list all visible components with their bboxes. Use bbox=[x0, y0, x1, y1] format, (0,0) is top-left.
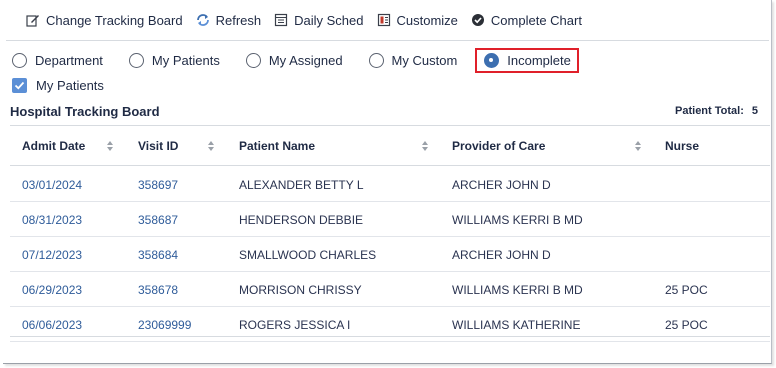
toolbar: Change Tracking Board Refresh Daily Sche… bbox=[6, 0, 769, 41]
change-tracking-board-button[interactable]: Change Tracking Board bbox=[26, 13, 183, 28]
sort-icon[interactable] bbox=[634, 140, 642, 152]
customize-icon bbox=[377, 13, 391, 27]
change-tracking-board-label: Change Tracking Board bbox=[46, 12, 183, 28]
cell-visit-id: 358687 bbox=[138, 212, 179, 227]
cell-patient-name: HENDERSON DEBBIE bbox=[239, 212, 364, 227]
daily-sched-button[interactable]: Daily Sched bbox=[274, 12, 364, 28]
daily-sched-label: Daily Sched bbox=[294, 12, 364, 28]
column-header-label: Admit Date bbox=[22, 139, 86, 153]
radio-my-assigned[interactable]: My Assigned bbox=[245, 52, 343, 68]
cell-admit-date: 03/01/2024 bbox=[22, 177, 83, 192]
cell-provider: ARCHER JOHN D bbox=[452, 247, 551, 262]
cell-patient-name: SMALLWOOD CHARLES bbox=[239, 247, 377, 262]
radio-circle bbox=[245, 52, 261, 68]
column-header-admit-date[interactable]: Admit Date bbox=[22, 126, 85, 166]
cell-admit-date: 07/12/2023 bbox=[22, 247, 83, 262]
radio-my-assigned-label: My Assigned bbox=[268, 52, 343, 68]
cell-admit-date: 06/29/2023 bbox=[22, 282, 83, 297]
column-header-label: Nurse bbox=[665, 139, 700, 153]
patient-total-value: 5 bbox=[751, 105, 758, 117]
cell-provider: WILLIAMS KERRI B MD bbox=[452, 282, 583, 297]
cell-patient-name: ALEXANDER BETTY L bbox=[239, 177, 364, 192]
radio-my-custom-label: My Custom bbox=[391, 52, 458, 68]
radio-department-label: Department bbox=[35, 52, 103, 68]
column-header-label: Visit ID bbox=[138, 139, 179, 153]
cell-visit-id: 358678 bbox=[138, 282, 179, 297]
sort-icon[interactable] bbox=[207, 140, 215, 152]
checkbox-checked-icon bbox=[12, 78, 27, 93]
cell-provider: WILLIAMS KERRI B MD bbox=[452, 212, 583, 227]
radio-circle bbox=[128, 52, 144, 68]
cell-visit-id: 23069999 bbox=[138, 317, 192, 332]
radio-department[interactable]: Department bbox=[12, 52, 103, 68]
check-circle-icon bbox=[471, 13, 485, 27]
patient-total-label: Patient Total: bbox=[675, 105, 744, 117]
cell-visit-id: 358684 bbox=[138, 247, 179, 262]
cell-visit-id: 358697 bbox=[138, 177, 179, 192]
customize-button[interactable]: Customize bbox=[377, 13, 458, 28]
customize-label: Customize bbox=[396, 12, 458, 28]
pencil-edit-icon bbox=[26, 13, 40, 27]
cell-patient-name: MORRISON CHRISSY bbox=[239, 282, 362, 297]
complete-chart-button[interactable]: Complete Chart bbox=[471, 13, 582, 28]
radio-incomplete-label: Incomplete bbox=[507, 52, 571, 68]
table-row[interactable]: 06/29/2023 358678 MORRISON CHRISSY WILLI… bbox=[10, 272, 770, 307]
sort-icon[interactable] bbox=[106, 140, 114, 152]
board-title: Hospital Tracking Board bbox=[10, 104, 160, 119]
table-row[interactable]: 08/31/2023 358687 HENDERSON DEBBIE WILLI… bbox=[10, 202, 770, 237]
tracking-board-table: Admit Date Visit ID Patient Name Provide… bbox=[10, 125, 770, 342]
table-row[interactable]: 06/06/2023 23069999 ROGERS JESSICA I WIL… bbox=[10, 307, 770, 342]
table-row[interactable]: 07/12/2023 358684 SMALLWOOD CHARLES ARCH… bbox=[10, 237, 770, 272]
column-header-visit-id[interactable]: Visit ID bbox=[138, 126, 178, 166]
table-header: Admit Date Visit ID Patient Name Provide… bbox=[10, 126, 770, 166]
refresh-label: Refresh bbox=[215, 12, 262, 28]
column-header-provider-of-care[interactable]: Provider of Care bbox=[452, 126, 545, 166]
cell-provider: WILLIAMS KATHERINE bbox=[452, 317, 581, 332]
calendar-icon bbox=[274, 13, 288, 27]
sort-icon[interactable] bbox=[421, 140, 429, 152]
filter-radio-group: Department My Patients My Assigned My Cu… bbox=[12, 47, 579, 73]
radio-circle bbox=[368, 52, 384, 68]
radio-circle-selected bbox=[484, 52, 500, 68]
my-patients-checkbox[interactable]: My Patients bbox=[12, 78, 104, 93]
patient-total: Patient Total: 5 bbox=[675, 105, 758, 117]
cell-nurse: 25 POC bbox=[665, 317, 708, 332]
table-row[interactable]: 03/01/2024 358697 ALEXANDER BETTY L ARCH… bbox=[10, 167, 770, 202]
column-header-label: Provider of Care bbox=[452, 139, 546, 153]
radio-incomplete[interactable]: Incomplete bbox=[475, 47, 579, 73]
column-header-label: Patient Name bbox=[239, 139, 316, 153]
cell-admit-date: 08/31/2023 bbox=[22, 212, 83, 227]
cell-patient-name: ROGERS JESSICA I bbox=[239, 317, 351, 332]
refresh-icon bbox=[196, 13, 210, 27]
refresh-button[interactable]: Refresh bbox=[196, 12, 262, 28]
cell-nurse: 25 POC bbox=[665, 282, 708, 297]
my-patients-checkbox-label: My Patients bbox=[36, 78, 104, 93]
cell-provider: ARCHER JOHN D bbox=[452, 177, 551, 192]
radio-my-custom[interactable]: My Custom bbox=[368, 52, 458, 68]
cell-admit-date: 06/06/2023 bbox=[22, 317, 83, 332]
radio-my-patients-label: My Patients bbox=[151, 52, 220, 68]
complete-chart-label: Complete Chart bbox=[490, 12, 582, 28]
column-header-patient-name[interactable]: Patient Name bbox=[239, 126, 315, 166]
radio-my-patients[interactable]: My Patients bbox=[128, 52, 220, 68]
radio-circle bbox=[12, 52, 27, 68]
column-header-nurse[interactable]: Nurse bbox=[665, 126, 699, 166]
